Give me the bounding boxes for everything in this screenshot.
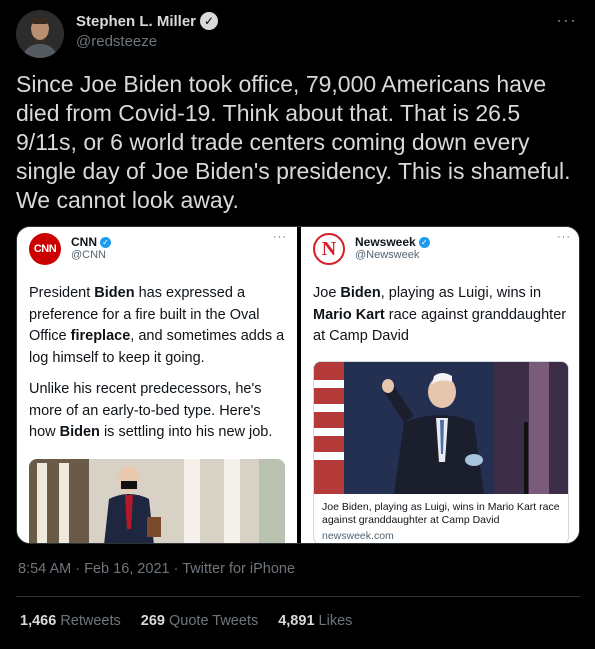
tweet-date[interactable]: Feb 16, 2021 bbox=[84, 561, 169, 577]
quote-tweets-stat[interactable]: 269 Quote Tweets bbox=[141, 613, 258, 629]
tweet-media[interactable]: CNN CNN ✓ @CNN ··· President Biden has e… bbox=[16, 226, 580, 544]
more-options-icon[interactable]: ··· bbox=[556, 10, 577, 31]
tweet-text: Since Joe Biden took office, 79,000 Amer… bbox=[16, 71, 571, 213]
newsweek-screenshot-card[interactable]: N Newsweek ✓ @Newsweek ··· Joe Biden, pl… bbox=[301, 227, 579, 543]
tweet-stats: 1,466 Retweets 269 Quote Tweets 4,891 Li… bbox=[20, 613, 352, 629]
cnn-paragraph-bold-run: Biden bbox=[59, 424, 100, 440]
cnn-logo: CNN bbox=[29, 233, 61, 265]
quote-tweets-count: 269 bbox=[140, 613, 165, 629]
newsweek-paragraph-bold-run: Biden bbox=[340, 285, 381, 301]
cnn-paragraph-text-run: is settling into his new job. bbox=[99, 424, 273, 440]
cnn-paragraph-text-run: President bbox=[29, 285, 95, 301]
likes-label: Likes bbox=[318, 613, 353, 629]
quote-tweets-label: Quote Tweets bbox=[169, 613, 259, 629]
cnn-source-name-text: CNN bbox=[71, 235, 97, 249]
author-name[interactable]: Stephen L. Miller ✓ bbox=[76, 12, 219, 30]
cnn-paragraph-1: President Biden has expressed a preferen… bbox=[29, 283, 285, 369]
newsweek-link-caption: Joe Biden, playing as Luigi, wins in Mar… bbox=[322, 501, 560, 526]
newsweek-paragraph-text-run: Joe bbox=[313, 285, 341, 301]
cnn-photo bbox=[29, 459, 285, 543]
meta-separator: · bbox=[75, 561, 81, 577]
verified-badge-icon: ✓ bbox=[100, 236, 111, 248]
cnn-paragraph-2: Unlike his recent predecessors, he's mor… bbox=[29, 379, 285, 444]
cnn-paragraph-bold-run: Biden bbox=[94, 285, 135, 301]
meta-separator: · bbox=[173, 561, 179, 577]
likes-stat[interactable]: 4,891 Likes bbox=[278, 613, 352, 629]
biden-walking-photo bbox=[29, 459, 285, 543]
tweet-client[interactable]: Twitter for iPhone bbox=[182, 561, 295, 577]
cnn-source-name: CNN ✓ bbox=[71, 235, 111, 249]
author-handle[interactable]: @redsteeze bbox=[76, 33, 157, 50]
newsweek-paragraph-bold-run: Mario Kart bbox=[313, 306, 385, 323]
newsweek-photo bbox=[314, 362, 568, 494]
retweets-count: 1,466 bbox=[20, 613, 57, 629]
newsweek-paragraph: Joe Biden, playing as Luigi, wins in Mar… bbox=[313, 283, 569, 348]
biden-podium-photo bbox=[314, 362, 568, 494]
cnn-screenshot-card[interactable]: CNN CNN ✓ @CNN ··· President Biden has e… bbox=[17, 227, 297, 543]
newsweek-paragraph-text-run: , playing as Luigi, wins in bbox=[380, 285, 542, 301]
newsweek-link-card: Joe Biden, playing as Luigi, wins in Mar… bbox=[313, 361, 569, 543]
retweets-label: Retweets bbox=[60, 613, 121, 629]
cnn-source-handle: @CNN bbox=[71, 249, 106, 261]
newsweek-source-name: Newsweek ✓ bbox=[355, 235, 430, 249]
tweet-meta: 8:54 AM · Feb 16, 2021 · Twitter for iPh… bbox=[18, 561, 295, 577]
divider-line bbox=[16, 596, 580, 597]
newsweek-link-domain: newsweek.com bbox=[322, 530, 394, 542]
more-options-icon: ··· bbox=[557, 231, 571, 243]
newsweek-source-handle: @Newsweek bbox=[355, 249, 420, 261]
more-options-icon: ··· bbox=[273, 231, 287, 243]
retweets-stat[interactable]: 1,466 Retweets bbox=[20, 613, 121, 629]
avatar-photo bbox=[16, 10, 64, 58]
author-name-text[interactable]: Stephen L. Miller bbox=[76, 13, 196, 30]
tweet-time[interactable]: 8:54 AM bbox=[18, 561, 71, 577]
verified-badge-icon: ✓ bbox=[418, 236, 430, 248]
newsweek-source-name-text: Newsweek bbox=[355, 235, 416, 249]
verified-badge-icon: ✓ bbox=[200, 12, 219, 30]
cnn-card-body: President Biden has expressed a preferen… bbox=[29, 283, 285, 454]
newsweek-logo: N bbox=[313, 233, 345, 265]
cnn-paragraph-bold-run: fireplace bbox=[70, 328, 131, 344]
newsweek-card-body: Joe Biden, playing as Luigi, wins in Mar… bbox=[313, 283, 569, 358]
likes-count: 4,891 bbox=[278, 613, 315, 629]
avatar[interactable] bbox=[16, 10, 64, 58]
